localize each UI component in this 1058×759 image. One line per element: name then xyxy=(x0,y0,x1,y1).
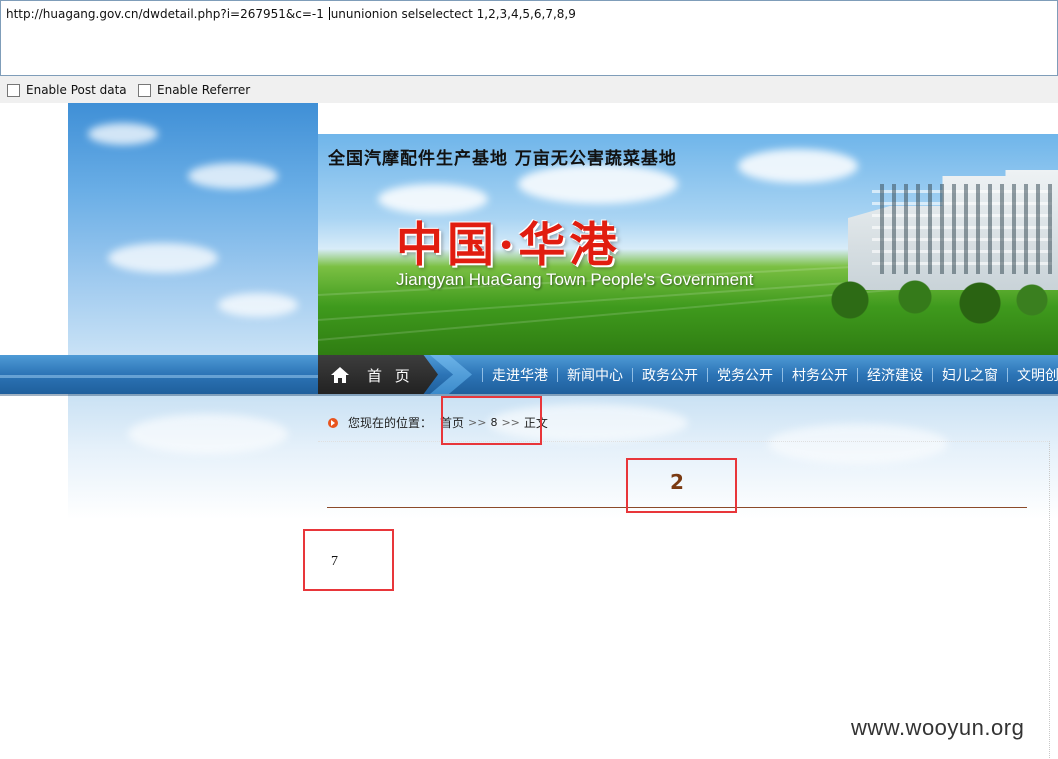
nav-item-intro[interactable]: 走进华港 xyxy=(483,365,557,385)
referrer-label: Enable Referrer xyxy=(157,83,251,97)
request-options-bar: Enable Post data Enable Referrer xyxy=(0,76,1058,103)
nav-item-party-affairs[interactable]: 党务公开 xyxy=(708,365,782,385)
nav-item-women-children[interactable]: 妇儿之窗 xyxy=(933,365,1007,385)
home-icon xyxy=(331,367,349,383)
nav-item-village-affairs[interactable]: 村务公开 xyxy=(783,365,857,385)
referrer-checkbox[interactable] xyxy=(138,83,151,97)
nav-home-label: 首 页 xyxy=(367,367,414,385)
banner-title-english: Jiangyan HuaGang Town People's Governmen… xyxy=(396,270,754,289)
nav-item-economy[interactable]: 经济建设 xyxy=(858,365,932,385)
watermark: www.wooyun.org xyxy=(851,715,1025,740)
enable-referrer-option[interactable]: Enable Referrer xyxy=(138,83,250,97)
nav-item-news[interactable]: 新闻中心 xyxy=(558,365,632,385)
banner-slogan: 全国汽摩配件生产基地 万亩无公害蔬菜基地 xyxy=(328,149,677,169)
arrow-bullet-icon xyxy=(328,417,338,428)
nav-home-button[interactable]: 首 页 xyxy=(318,355,438,394)
highlight-box-breadcrumb xyxy=(441,396,542,445)
url-text-after-caret: ununionion selselectect 1,2,3,4,5,6,7,8,… xyxy=(330,7,576,21)
site-name: 华港镇人民政府网站 xyxy=(323,120,432,134)
highlight-box-title xyxy=(626,458,737,513)
post-data-checkbox[interactable] xyxy=(7,83,20,97)
sky-background-left xyxy=(68,103,318,355)
header-banner: 全国汽摩配件生产基地 万亩无公害蔬菜基地 中国·华港 Jiangyan HuaG… xyxy=(318,134,1058,355)
nav-item-government-affairs[interactable]: 政务公开 xyxy=(633,365,707,385)
url-text: http://huagang.gov.cn/dwdetail.php?i=267… xyxy=(6,7,576,21)
banner-title-chinese: 中国·华港 xyxy=(396,218,621,273)
url-input[interactable]: http://huagang.gov.cn/dwdetail.php?i=267… xyxy=(0,0,1058,76)
web-page: 华港镇人民政府网站 全国汽摩配件生产基地 万亩无公害蔬菜基地 中国·华港 Jia… xyxy=(0,103,1058,759)
trees-image xyxy=(798,264,1058,324)
text-caret xyxy=(328,7,330,20)
breadcrumb-prefix: 您现在的位置： xyxy=(348,416,433,430)
nav-item-civilization[interactable]: 文明创 xyxy=(1008,365,1058,385)
enable-post-data-option[interactable]: Enable Post data xyxy=(7,83,127,97)
highlight-box-body xyxy=(303,529,394,591)
post-data-label: Enable Post data xyxy=(26,83,127,97)
url-text-before-caret: http://huagang.gov.cn/dwdetail.php?i=267… xyxy=(6,7,328,21)
nav-menu: 走进华港 新闻中心 政务公开 党务公开 村务公开 经济建设 妇儿之窗 文明创 xyxy=(482,355,1058,394)
